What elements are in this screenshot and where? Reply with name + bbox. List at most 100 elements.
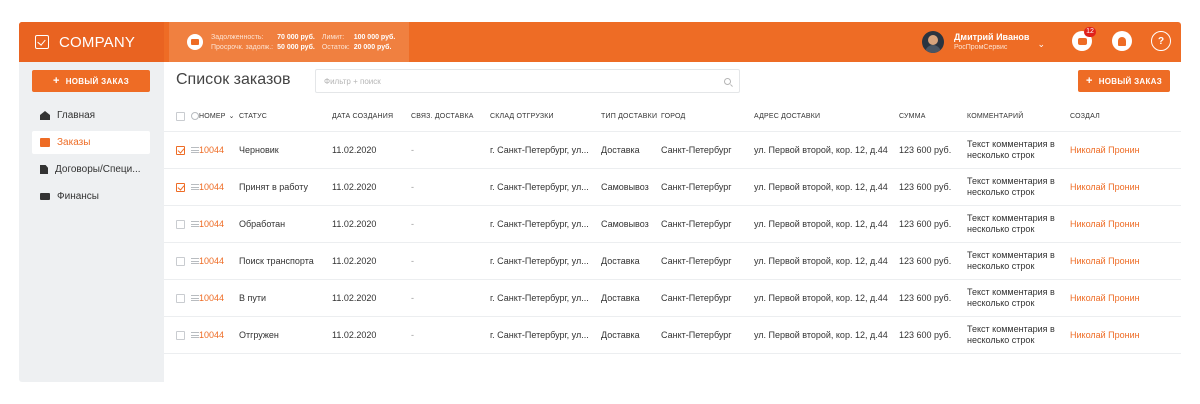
- avatar: [922, 31, 944, 53]
- delivery-type-cell: Самовывоз: [601, 168, 661, 206]
- header-sum[interactable]: СУММА: [899, 102, 967, 132]
- header-warehouse[interactable]: СКЛАД ОТГРУЗКИ: [490, 102, 601, 132]
- sidebar-item-contracts[interactable]: Договоры/Специ...: [32, 158, 150, 181]
- header-number-label: НОМЕР: [199, 113, 226, 121]
- select-all-checkbox[interactable]: [176, 111, 185, 121]
- order-number-link[interactable]: 10044: [199, 205, 239, 243]
- sidebar-item-label: Главная: [57, 110, 96, 121]
- bell-icon[interactable]: [1112, 31, 1132, 51]
- main-content: Список заказов + НОВЫЙ ЗАКАЗ НОМЕР⌄ СТАТ…: [164, 62, 1181, 382]
- search-input[interactable]: [324, 76, 724, 86]
- row-checkbox[interactable]: [176, 182, 185, 192]
- header-comment[interactable]: КОММЕНТАРИЙ: [967, 102, 1070, 132]
- table-row[interactable]: 10044 В пути 11.02.2020- г. Санкт-Петербург…: [164, 279, 1181, 317]
- city-cell: Санкт-Петербург: [661, 279, 754, 317]
- sum-cell: 123 600 руб.: [899, 316, 967, 354]
- creator-link[interactable]: Николай Пронин: [1070, 316, 1181, 354]
- user-info: Дмитрий Иванов РосПромСервис: [954, 32, 1029, 52]
- header-status[interactable]: СТАТУС: [239, 102, 332, 132]
- warehouse-cell: г. Санкт-Петербург, ул...: [490, 168, 601, 206]
- table-row[interactable]: 10044 Черновик 11.02.2020- г. Санкт-Петербу…: [164, 131, 1181, 169]
- row-select-cell: [164, 168, 199, 206]
- limit-label: Лимит:: [321, 33, 345, 41]
- row-checkbox[interactable]: [176, 330, 185, 340]
- overdue-label: Просрочк. задолж.:: [211, 43, 274, 51]
- document-icon: [40, 165, 48, 174]
- row-select-cell: [164, 242, 199, 280]
- table-row[interactable]: 10044 Отгружен 11.02.2020- г. Санкт-Петербу…: [164, 316, 1181, 354]
- drag-handle-icon[interactable]: [191, 258, 199, 265]
- address-cell: ул. Первой второй, кор. 12, д.44: [754, 279, 899, 317]
- delivery-type-cell: Доставка: [601, 316, 661, 354]
- order-number-link[interactable]: 10044: [199, 131, 239, 169]
- address-cell: ул. Первой второй, кор. 12, д.44: [754, 316, 899, 354]
- drag-handle-icon[interactable]: [191, 295, 199, 302]
- comment-cell: Текст комментария в несколько строк: [967, 131, 1070, 169]
- sum-cell: 123 600 руб.: [899, 279, 967, 317]
- order-number-link[interactable]: 10044: [199, 168, 239, 206]
- drag-handle-icon[interactable]: [191, 221, 199, 228]
- creator-link[interactable]: Николай Пронин: [1070, 131, 1181, 169]
- row-checkbox[interactable]: [176, 145, 185, 155]
- search-icon[interactable]: [724, 77, 731, 85]
- created-date-cell: 11.02.2020: [332, 279, 411, 317]
- row-checkbox[interactable]: [176, 293, 185, 303]
- comment-cell: Текст комментария в несколько строк: [967, 279, 1070, 317]
- header-address[interactable]: АДРЕС ДОСТАВКИ: [754, 102, 899, 132]
- help-icon[interactable]: ?: [1151, 31, 1171, 51]
- address-cell: ул. Первой второй, кор. 12, д.44: [754, 168, 899, 206]
- home-icon: [40, 111, 50, 120]
- sum-cell: 123 600 руб.: [899, 242, 967, 280]
- creator-link[interactable]: Николай Пронин: [1070, 242, 1181, 280]
- user-menu[interactable]: Дмитрий Иванов РосПромСервис ⌄: [922, 29, 1045, 55]
- new-order-button[interactable]: + НОВЫЙ ЗАКАЗ: [1078, 70, 1170, 92]
- overdue-value: 50 000 руб.: [277, 43, 315, 51]
- created-date-cell: 11.02.2020: [332, 131, 411, 169]
- drag-handle-icon[interactable]: [191, 332, 199, 339]
- orders-table: НОМЕР ⌄ СТАТУС ДАТА СОЗДАНИЯ СВЯЗ. ДОСТАВ…: [164, 102, 1181, 354]
- creator-link[interactable]: Николай Пронин: [1070, 279, 1181, 317]
- help-symbol: ?: [1157, 35, 1165, 47]
- sidebar-item-orders[interactable]: Заказы: [32, 131, 150, 154]
- header-created[interactable]: ДАТА СОЗДАНИЯ: [332, 102, 411, 132]
- linked-delivery-cell: -: [411, 316, 490, 354]
- status-cell: Принят в работу: [239, 168, 332, 206]
- header-creator[interactable]: СОЗДАЛ: [1070, 102, 1181, 132]
- sidebar: + НОВЫЙ ЗАКАЗ Главная Заказы Договоры/Сп…: [19, 62, 164, 382]
- logo-icon: [35, 35, 49, 49]
- creator-link[interactable]: Николай Пронин: [1070, 205, 1181, 243]
- table-row[interactable]: 10044 Поиск транспорта 11.02.2020- г. Санкт…: [164, 242, 1181, 280]
- sidebar-new-order-button[interactable]: + НОВЫЙ ЗАКАЗ: [32, 70, 150, 92]
- header-delivery-type[interactable]: ТИП ДОСТАВКИ: [601, 102, 661, 132]
- header-linked-delivery[interactable]: СВЯЗ. ДОСТАВКА: [411, 102, 490, 132]
- order-number-link[interactable]: 10044: [199, 279, 239, 317]
- city-cell: Санкт-Петербург: [661, 205, 754, 243]
- order-number-link[interactable]: 10044: [199, 242, 239, 280]
- comment-cell: Текст комментария в несколько строк: [967, 316, 1070, 354]
- warehouse-cell: г. Санкт-Петербург, ул...: [490, 131, 601, 169]
- header-select: [164, 102, 199, 132]
- table-row[interactable]: 10044 Принят в работу 11.02.2020- г. Санкт-…: [164, 168, 1181, 206]
- page-title: Список заказов: [176, 71, 291, 88]
- row-checkbox[interactable]: [176, 219, 185, 229]
- app-window: COMPANY Задолженность: 70 000 руб. Лимит…: [19, 22, 1181, 382]
- brand[interactable]: COMPANY: [19, 22, 164, 62]
- table-row[interactable]: 10044 Обработан 11.02.2020- г. Санкт-Петерб…: [164, 205, 1181, 243]
- row-select-cell: [164, 316, 199, 354]
- sidebar-item-home[interactable]: Главная: [32, 104, 150, 127]
- header-city[interactable]: ГОРОД: [661, 102, 754, 132]
- filter-box[interactable]: [315, 69, 740, 93]
- sidebar-item-label: Заказы: [57, 137, 91, 148]
- drag-handle-icon[interactable]: [191, 184, 199, 191]
- creator-link[interactable]: Николай Пронин: [1070, 168, 1181, 206]
- finance-summary[interactable]: Задолженность: 70 000 руб. Лимит: 100 00…: [169, 22, 409, 62]
- order-number-link[interactable]: 10044: [199, 316, 239, 354]
- gear-icon[interactable]: [191, 112, 199, 121]
- sidebar-item-finance[interactable]: Финансы: [32, 185, 150, 208]
- row-checkbox[interactable]: [176, 256, 185, 266]
- header-number[interactable]: НОМЕР ⌄: [199, 102, 239, 132]
- delivery-type-cell: Доставка: [601, 242, 661, 280]
- drag-handle-icon[interactable]: [191, 147, 199, 154]
- sort-icon: ⌄: [228, 113, 235, 121]
- city-cell: Санкт-Петербург: [661, 316, 754, 354]
